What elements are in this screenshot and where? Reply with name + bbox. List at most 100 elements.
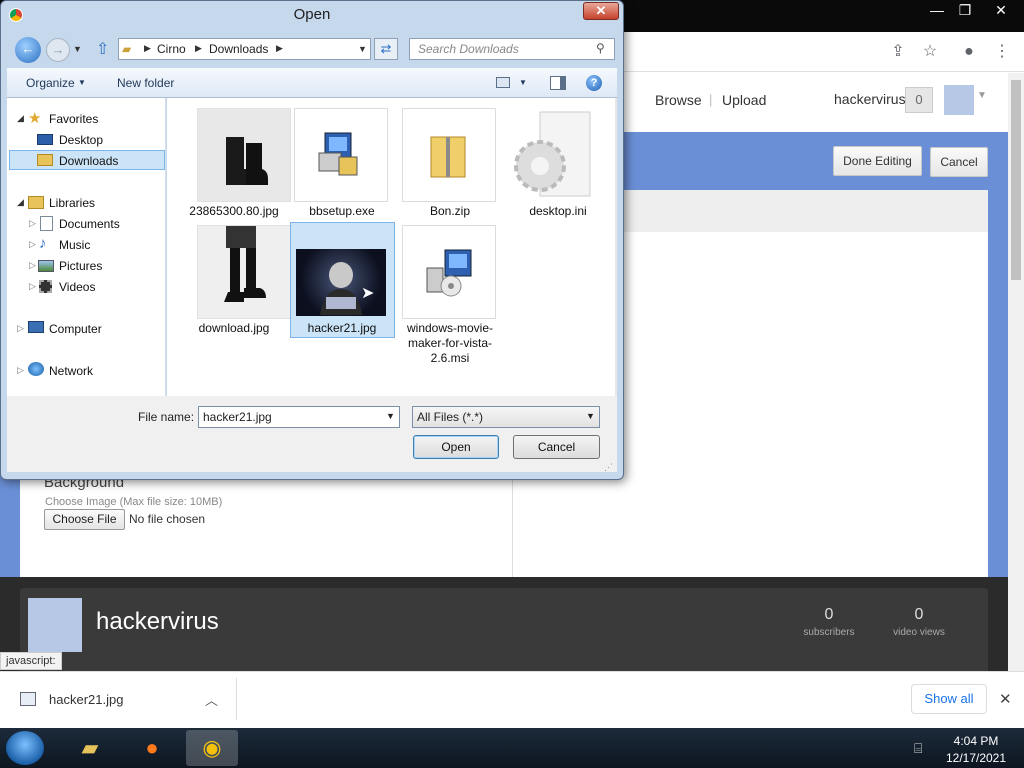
folder-icon: ▰ [122,42,132,56]
minimize-button[interactable]: — [922,0,952,20]
nav-browse[interactable]: Browse [655,92,702,108]
file-name-dropdown-icon[interactable]: ▼ [386,411,395,421]
nav-videos[interactable]: Videos [59,280,95,294]
chevron-down-icon[interactable]: ▼ [78,78,86,87]
breadcrumb-separator: ▶ [195,43,202,53]
resize-grip-icon[interactable]: ⋰ [604,462,613,473]
clock-date[interactable]: 12/17/2021 [943,751,1009,765]
nav-downloads[interactable]: Downloads [59,154,118,168]
chrome-icon[interactable]: ◉ [186,730,238,766]
file-name[interactable]: desktop.ini [504,204,612,218]
help-icon[interactable]: ? [586,75,602,91]
status-bubble: javascript: [0,652,62,670]
channel-avatar[interactable] [28,598,82,652]
preview-pane-icon[interactable] [550,76,566,90]
expand-arrow-icon[interactable]: ▷ [17,365,24,376]
subscribers-count: 0 [824,606,834,623]
notification-count[interactable]: 0 [905,87,933,113]
firefox-icon[interactable]: ● [126,730,178,766]
choose-image-hint: Choose Image (Max file size: 10MB) [45,496,223,508]
file-name[interactable]: download.jpg [180,321,288,335]
clock-time[interactable]: 4:04 PM [947,734,1005,748]
file-name[interactable]: 23865300.80.jpg [180,204,288,218]
network-icon[interactable]: ⌸ [914,740,922,757]
nav-libraries[interactable]: Libraries [49,196,95,210]
done-editing-button[interactable]: Done Editing [833,146,922,176]
up-arrow-icon[interactable]: ⇧ [96,39,109,59]
breadcrumb-downloads[interactable]: Downloads [209,42,268,56]
address-dropdown-icon[interactable]: ▼ [358,44,367,54]
search-icon[interactable]: ⚲ [596,41,605,55]
profile-icon[interactable]: ● [955,38,983,66]
expand-arrow-icon[interactable]: ▷ [29,260,36,271]
expand-arrow-icon[interactable]: ▷ [29,239,36,250]
view-icon[interactable] [496,77,510,88]
views-label: video views [893,627,945,638]
username-link[interactable]: hackervirus [834,91,906,107]
breadcrumb-separator: ▶ [144,43,151,53]
new-folder-button[interactable]: New folder [117,76,174,90]
expand-arrow-icon[interactable]: ▷ [29,218,36,229]
file-explorer-icon[interactable]: ▰ [64,730,116,766]
file-type-dropdown-icon[interactable]: ▼ [586,411,595,421]
star-icon[interactable]: ☆ [916,38,944,66]
menu-icon[interactable]: ⋮ [988,38,1016,66]
forward-arrow-icon[interactable]: → [46,38,70,62]
file-name[interactable]: hacker21.jpg [288,321,396,335]
chevron-up-icon[interactable]: ︿ [205,690,218,709]
search-input[interactable]: Search Downloads [409,38,615,60]
file-pane-scrollbar[interactable] [615,98,617,396]
close-icon[interactable]: ✕ [999,690,1012,708]
nav-pictures[interactable]: Pictures [59,259,102,273]
nav-computer[interactable]: Computer [49,322,102,336]
mouse-cursor-icon: ➤ [361,285,375,302]
file-name[interactable]: bbsetup.exe [288,204,396,218]
open-button[interactable]: Open [413,435,499,459]
nav-documents[interactable]: Documents [59,217,120,231]
expand-arrow-icon[interactable]: ◢ [17,197,24,208]
pictures-icon [38,260,54,272]
restore-button[interactable]: ❐ [950,0,980,20]
nav-music[interactable]: Music [59,238,90,252]
channel-name: hackervirus [96,608,219,635]
download-item-name[interactable]: hacker21.jpg [49,692,123,707]
show-all-button[interactable]: Show all [911,684,987,714]
view-dropdown-icon[interactable]: ▼ [519,78,527,87]
documents-icon [40,216,53,231]
file-thumbnail[interactable] [402,108,496,202]
choose-file-button[interactable]: Choose File [44,509,125,530]
file-thumbnail[interactable] [402,225,496,319]
nav-network[interactable]: Network [49,364,93,378]
nav-desktop[interactable]: Desktop [59,133,103,147]
cancel-button[interactable]: Cancel [513,435,600,459]
dialog-close-button[interactable]: ✕ [583,2,619,20]
cancel-edit-button[interactable]: Cancel [930,147,988,177]
nav-favorites[interactable]: Favorites [49,112,98,126]
file-name[interactable]: windows-movie-maker-for-vista-2.6.msi [396,321,504,366]
nav-upload[interactable]: Upload [722,92,766,108]
file-thumbnail[interactable] [510,108,604,202]
back-arrow-icon[interactable]: ← [15,37,41,63]
breadcrumb-cirno[interactable]: Cirno [157,42,186,56]
history-dropdown-icon[interactable]: ▼ [73,44,82,54]
file-name-input[interactable]: hacker21.jpg [198,406,400,428]
organize-button[interactable]: Organize [26,76,75,90]
expand-arrow-icon[interactable]: ◢ [17,113,24,124]
file-name[interactable]: Bon.zip [396,204,504,218]
file-thumbnail[interactable] [197,108,291,202]
chevron-down-icon[interactable]: ▼ [977,90,987,101]
file-thumbnail[interactable] [294,108,388,202]
image-file-icon [20,692,36,706]
start-button[interactable] [6,731,44,765]
libraries-icon [28,196,44,209]
expand-arrow-icon[interactable]: ▷ [29,281,36,292]
file-type-select[interactable]: All Files (*.*) [412,406,600,428]
file-thumbnail[interactable] [197,225,291,319]
refresh-icon[interactable]: ⇄ [374,38,398,60]
share-icon[interactable]: ⇪ [884,38,912,66]
expand-arrow-icon[interactable]: ▷ [17,323,24,334]
scroll-thumb[interactable] [1011,80,1021,280]
close-window-button[interactable]: ✕ [986,0,1016,20]
avatar[interactable] [944,85,974,115]
divider [236,678,237,720]
